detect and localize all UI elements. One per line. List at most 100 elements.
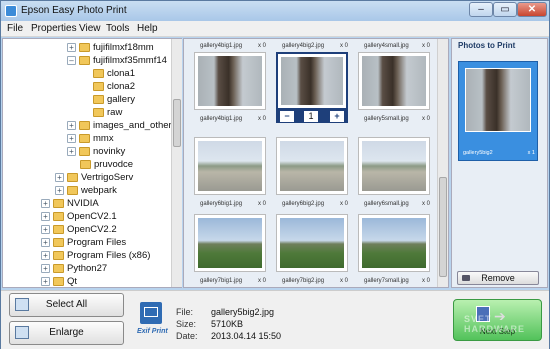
photo-tile[interactable]: gallery4small.jpg x 0 gallery5small.jpg x … <box>354 39 432 127</box>
minimize-button[interactable]: – <box>469 2 493 17</box>
tree-item[interactable]: – fujifilmxf35mmf14 <box>67 55 167 68</box>
expander-icon[interactable]: + <box>41 264 50 273</box>
expander-icon[interactable]: + <box>67 147 76 156</box>
photo-thumbnail[interactable] <box>194 214 266 272</box>
select-all-icon <box>15 298 29 311</box>
app-icon <box>5 5 17 17</box>
photo-tile[interactable]: gallery7big2.jpg x 0 <box>272 201 350 289</box>
tree-item[interactable]: pruvodce <box>80 159 133 172</box>
tree-item[interactable]: + NVIDIA <box>41 198 99 211</box>
app-window: Epson Easy Photo Print – ▭ ✕ File Proper… <box>0 0 550 349</box>
expander-icon[interactable]: + <box>41 238 50 247</box>
exif-print-label: Exif Print <box>137 328 168 335</box>
photo-thumbnail[interactable] <box>276 214 348 272</box>
folder-icon <box>53 251 64 260</box>
tree-item[interactable]: + mmx <box>67 133 114 146</box>
tree-item[interactable]: clona1 <box>93 68 135 81</box>
menu-view[interactable]: View <box>79 23 101 34</box>
menu-properties[interactable]: Properties <box>31 23 77 34</box>
road-photo <box>280 141 344 191</box>
photo-tile[interactable]: gallery4big1.jpg x 0 gallery4big1.jpg x 0 <box>190 39 268 127</box>
expander-icon[interactable]: + <box>55 186 64 195</box>
print-queue-item[interactable]: gallery5big2 x 1 <box>458 61 538 161</box>
menu-tools[interactable]: Tools <box>106 23 129 34</box>
field-photo <box>198 218 262 268</box>
expander-icon[interactable]: + <box>41 212 50 221</box>
road-photo <box>362 141 426 191</box>
tree-item[interactable]: + Qt <box>41 276 77 287</box>
folder-icon <box>53 238 64 247</box>
exif-print-logo <box>140 302 162 324</box>
remove-button[interactable]: Remove <box>457 271 539 285</box>
expander-icon[interactable]: + <box>41 251 50 260</box>
tree-item[interactable]: + OpenCV2.1 <box>41 211 117 224</box>
menu-help[interactable]: Help <box>137 23 158 34</box>
tree-vertical-scrollbar[interactable] <box>171 39 182 287</box>
tree-item[interactable]: + images_and_others <box>67 120 176 133</box>
menu-file[interactable]: File <box>7 23 23 34</box>
enlarge-button[interactable]: Enlarge <box>9 321 124 345</box>
expander-icon[interactable]: + <box>55 173 64 182</box>
photo-thumbnail[interactable] <box>194 137 266 195</box>
photo-tile[interactable]: gallery7small.jpg x 0 <box>354 201 432 289</box>
close-button[interactable]: ✕ <box>517 2 547 17</box>
tree-item[interactable]: + novinky <box>67 146 125 159</box>
photo-tile[interactable]: gallery6big1.jpg x 0 <box>190 124 268 212</box>
photos-to-print-panel: Photos to Print gallery5big2 x 1 <box>451 38 548 288</box>
tree-item[interactable]: + Python27 <box>41 263 107 276</box>
field-photo <box>280 218 344 268</box>
tree-photo <box>198 56 262 106</box>
tree-item[interactable]: + fujifilmxf18mm <box>67 42 154 55</box>
photo-tile[interactable]: gallery7big1.jpg x 0 <box>190 201 268 289</box>
photo-thumbnail[interactable] <box>358 214 430 272</box>
photo-thumbnail[interactable] <box>358 137 430 195</box>
folder-icon <box>67 186 78 195</box>
tree-scroll-thumb[interactable] <box>173 99 181 147</box>
folder-icon <box>53 264 64 273</box>
tree-item[interactable]: + Program Files <box>41 237 126 250</box>
tree-item[interactable]: clona2 <box>93 81 135 94</box>
quantity-value[interactable]: 1 <box>304 111 318 122</box>
tree-item[interactable]: raw <box>93 107 122 120</box>
photo-tile-selected[interactable]: gallery4big2.jpg x 0 − 1 + <box>272 39 350 127</box>
grid-vertical-scrollbar[interactable] <box>437 39 448 287</box>
select-all-button[interactable]: Select All <box>9 293 124 317</box>
photo-thumbnail[interactable] <box>276 52 348 110</box>
photo-thumbnail[interactable] <box>194 52 266 110</box>
grid-scroll-thumb[interactable] <box>439 177 447 277</box>
expander-icon[interactable]: + <box>41 225 50 234</box>
magnify-icon <box>15 326 29 339</box>
expander-icon[interactable]: + <box>41 199 50 208</box>
tree-item[interactable]: + webpark <box>55 185 117 198</box>
size-value: 5710KB <box>211 319 244 329</box>
folder-icon <box>93 108 104 117</box>
folder-icon <box>53 199 64 208</box>
tree-photo <box>281 57 343 105</box>
menu-bar: File Properties View Tools Help <box>1 21 549 37</box>
file-value: gallery5big2.jpg <box>211 307 275 317</box>
folder-tree: + fujifilmxf18mm – fujifilmxf35mmf14 clona… <box>2 38 182 327</box>
expander-icon[interactable]: – <box>67 56 76 65</box>
photo-thumbnail[interactable] <box>276 137 348 195</box>
photo-tile[interactable]: gallery6small.jpg x 0 <box>354 124 432 212</box>
folder-icon <box>93 69 104 78</box>
tree-item[interactable]: gallery <box>93 94 135 107</box>
photo-thumbnail[interactable] <box>358 52 430 110</box>
road-photo <box>198 141 262 191</box>
increment-button[interactable]: + <box>330 111 344 122</box>
expander-icon[interactable]: + <box>67 43 76 52</box>
folder-icon <box>93 95 104 104</box>
tree-item[interactable]: + Program Files (x86) <box>41 250 150 263</box>
tree-item[interactable]: + VertrigoServ <box>55 172 133 185</box>
maximize-button[interactable]: ▭ <box>493 2 517 17</box>
tree-item[interactable]: + OpenCV2.2 <box>41 224 117 237</box>
photo-tile[interactable]: gallery6big2.jpg x 0 <box>272 124 350 212</box>
panel-header: Photos to Print <box>458 41 516 50</box>
decrement-button[interactable]: − <box>280 111 294 122</box>
expander-icon[interactable]: + <box>67 121 76 130</box>
expander-icon[interactable]: + <box>67 134 76 143</box>
folder-icon <box>79 121 90 130</box>
watermark: SVET HARDWARE <box>464 314 525 334</box>
expander-icon[interactable]: + <box>41 277 50 286</box>
title-bar: Epson Easy Photo Print – ▭ ✕ <box>1 1 549 21</box>
